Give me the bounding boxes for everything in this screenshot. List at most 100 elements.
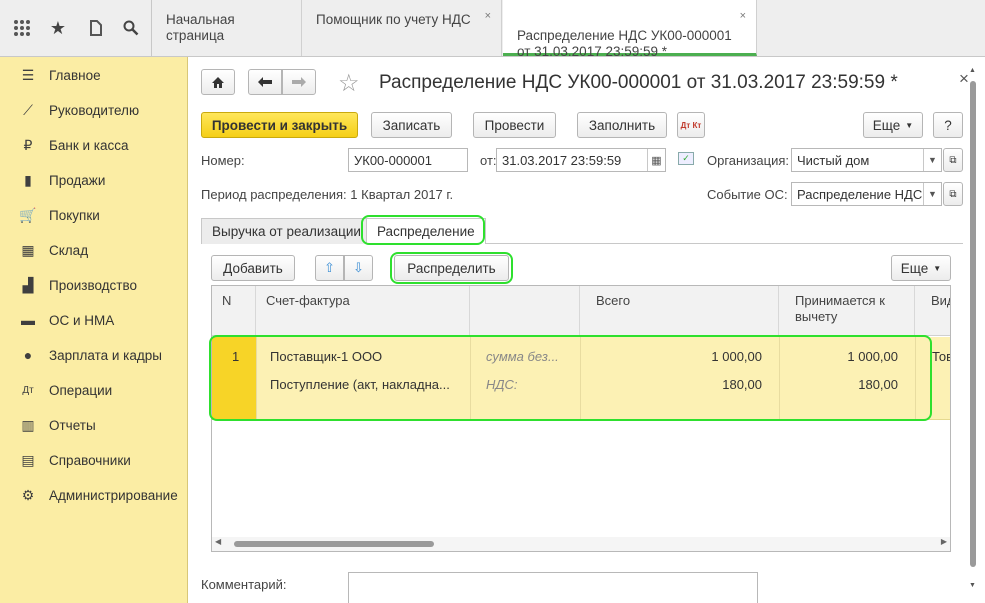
- column-header-deduction[interactable]: Принимается к вычету: [779, 286, 915, 336]
- close-icon[interactable]: ×: [485, 8, 491, 24]
- sidebar-item-sales[interactable]: ▮ Продажи: [0, 165, 188, 195]
- open-organization-button[interactable]: ⧉: [943, 148, 963, 172]
- horizontal-scrollbar[interactable]: ◀ ▶: [212, 537, 950, 551]
- sidebar-item-label: Справочники: [49, 452, 131, 468]
- sidebar-item-production[interactable]: ▟ Производство: [0, 270, 188, 300]
- dt-kt-button[interactable]: Дт Кт: [677, 112, 705, 138]
- post-button[interactable]: Провести: [473, 112, 556, 138]
- sidebar-item-admin[interactable]: ⚙ Администрирование: [0, 480, 188, 510]
- sidebar-item-label: Руководителю: [49, 102, 140, 118]
- move-up-button[interactable]: ⇧: [315, 255, 344, 281]
- sidebar-item-label: Зарплата и кадры: [49, 347, 162, 363]
- favorite-star-icon[interactable]: ☆: [338, 69, 360, 98]
- home-button[interactable]: [201, 69, 235, 95]
- divider: [580, 337, 581, 420]
- dt-kt-icon: Дт: [22, 384, 34, 396]
- column-header-total[interactable]: Всего: [580, 286, 779, 336]
- tab-label: Начальная страница: [166, 12, 235, 43]
- distribution-table: N Счет-фактура Всего Принимается к вычет…: [211, 285, 951, 552]
- sidebar-item-manager[interactable]: ⟋ Руководителю: [0, 95, 188, 125]
- favorites-star-icon[interactable]: ★: [44, 14, 72, 42]
- organization-value: Чистый дом: [797, 153, 870, 168]
- organization-field[interactable]: Чистый дом ▼: [791, 148, 942, 172]
- page-title: Распределение НДС УК00-000001 от 31.03.2…: [379, 72, 898, 93]
- sidebar-item-label: Администрирование: [49, 487, 178, 503]
- more-button[interactable]: Еще ▼: [863, 112, 923, 138]
- search-icon[interactable]: [117, 14, 145, 42]
- apps-grid-icon[interactable]: [8, 14, 36, 42]
- invoice-supplier[interactable]: Поставщик-1 ООО: [270, 349, 465, 364]
- scroll-up-icon[interactable]: ▲: [969, 67, 976, 74]
- row-number: 1: [232, 349, 240, 364]
- number-field[interactable]: УК00-000001: [348, 148, 468, 172]
- sidebar-item-main[interactable]: ☰ Главное: [0, 60, 188, 90]
- sidebar-item-fixed-assets[interactable]: ▬ ОС и НМА: [0, 305, 188, 335]
- calendar-icon[interactable]: ▦: [647, 149, 665, 171]
- scroll-down-icon[interactable]: ▼: [969, 582, 976, 589]
- dropdown-arrow-icon[interactable]: ▼: [923, 149, 941, 171]
- scroll-right-icon[interactable]: ▶: [941, 537, 947, 546]
- sidebar-item-bank[interactable]: ₽ Банк и касса: [0, 130, 188, 160]
- person-icon: ●: [23, 347, 33, 363]
- scrollbar-thumb[interactable]: [234, 541, 434, 547]
- sidebar-item-label: Операции: [49, 382, 113, 398]
- scrollbar-thumb[interactable]: [970, 81, 976, 567]
- fill-button[interactable]: Заполнить: [577, 112, 667, 138]
- history-icon[interactable]: [82, 14, 110, 42]
- forward-button[interactable]: [282, 69, 316, 95]
- save-button[interactable]: Записать: [371, 112, 452, 138]
- sidebar-item-reports[interactable]: ▥ Отчеты: [0, 410, 188, 440]
- gear-icon: ⚙: [21, 486, 35, 503]
- ruble-icon: ₽: [23, 136, 33, 153]
- sidebar-item-label: Банк и касса: [49, 137, 129, 153]
- open-event-button[interactable]: ⧉: [943, 182, 963, 206]
- home-icon: [212, 76, 224, 88]
- divider: [256, 337, 257, 420]
- dropdown-arrow-icon: ▼: [933, 263, 942, 273]
- tab-vat-distribution[interactable]: Распределение НДС УК00-000001 от 31.03.2…: [503, 0, 757, 59]
- trend-icon: ⟋: [23, 101, 33, 118]
- sidebar-item-label: Склад: [49, 242, 89, 258]
- arrow-down-icon: ⇩: [353, 260, 364, 275]
- total-vat: 180,00: [722, 377, 762, 392]
- table-more-button[interactable]: Еще ▼: [891, 255, 951, 281]
- close-icon[interactable]: ×: [740, 8, 746, 24]
- table-header: N Счет-фактура Всего Принимается к вычет…: [212, 286, 950, 336]
- table-row[interactable]: 1 Поставщик-1 ООО Поступление (акт, накл…: [212, 337, 950, 420]
- total-amount: 1 000,00: [711, 349, 762, 364]
- move-down-button[interactable]: ⇩: [344, 255, 373, 281]
- arrow-right-icon: [292, 77, 306, 87]
- dropdown-arrow-icon[interactable]: ▼: [923, 183, 941, 205]
- event-value: Распределение НДС: [797, 187, 923, 202]
- invoice-document[interactable]: Поступление (акт, накладна...: [270, 377, 465, 392]
- sidebar-item-warehouse[interactable]: ▦ Склад: [0, 235, 188, 265]
- tab-label: Распределение НДС УК00-000001 от 31.03.2…: [517, 28, 732, 59]
- comment-field[interactable]: [348, 572, 758, 603]
- deduction-vat: 180,00: [858, 377, 898, 392]
- event-field[interactable]: Распределение НДС ▼: [791, 182, 942, 206]
- date-label: от:: [480, 153, 497, 168]
- more-label: Еще: [900, 260, 929, 276]
- back-button[interactable]: [248, 69, 282, 95]
- date-field[interactable]: 31.03.2017 23:59:59 ▦: [496, 148, 666, 172]
- add-button[interactable]: Добавить: [211, 255, 295, 281]
- column-header-n[interactable]: N: [212, 286, 256, 336]
- tab-distribution[interactable]: Распределение: [366, 218, 486, 244]
- column-header-type[interactable]: Вид: [915, 286, 950, 336]
- top-bar: ★ Начальная страница Помощник по учету Н…: [0, 0, 985, 59]
- vertical-scrollbar[interactable]: ▲ ▼: [968, 67, 978, 589]
- help-button[interactable]: ?: [933, 112, 963, 138]
- sidebar-item-operations[interactable]: Дт Операции: [0, 375, 188, 405]
- column-header-kind[interactable]: [470, 286, 580, 336]
- column-header-invoice[interactable]: Счет-фактура: [256, 286, 470, 336]
- scroll-left-icon[interactable]: ◀: [215, 537, 221, 546]
- sidebar-item-directories[interactable]: ▤ Справочники: [0, 445, 188, 475]
- sidebar-item-purchases[interactable]: 🛒 Покупки: [0, 200, 188, 230]
- tab-revenue[interactable]: Выручка от реализации: [201, 218, 372, 244]
- post-and-close-button[interactable]: Провести и закрыть: [201, 112, 358, 138]
- sidebar-item-salary[interactable]: ● Зарплата и кадры: [0, 340, 188, 370]
- distribute-button[interactable]: Распределить: [394, 255, 509, 281]
- event-label: Событие ОС:: [707, 187, 788, 202]
- tab-home[interactable]: Начальная страница: [152, 0, 302, 56]
- tab-vat-assistant[interactable]: Помощник по учету НДС ×: [302, 0, 502, 56]
